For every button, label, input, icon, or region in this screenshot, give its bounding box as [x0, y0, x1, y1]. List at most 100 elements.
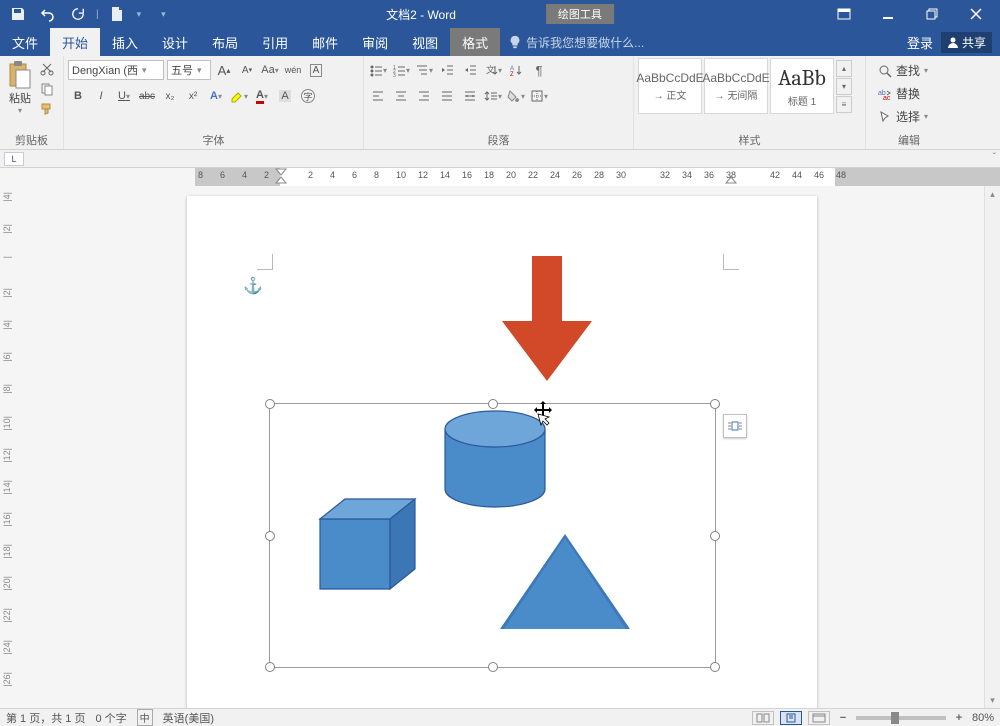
styles-gallery-more[interactable]: ▴ ▾ ≡ [836, 60, 852, 113]
word-count[interactable]: 0 个字 [95, 710, 126, 726]
italic-button[interactable]: I [91, 86, 111, 106]
style-item-nospacing[interactable]: AaBbCcDdE → 无间隔 [704, 58, 768, 114]
gallery-expand-icon[interactable]: ≡ [836, 96, 852, 113]
align-center-icon[interactable] [391, 86, 411, 106]
zoom-out-button[interactable]: − [836, 712, 850, 724]
zoom-level[interactable]: 80% [972, 712, 994, 724]
horizontal-ruler[interactable]: 8642246810121416182022242628303234363842… [195, 168, 1000, 186]
layout-options-icon[interactable] [723, 414, 747, 438]
page-count[interactable]: 第 1 页，共 1 页 [6, 710, 85, 726]
tab-review[interactable]: 审阅 [350, 28, 400, 56]
language-icon[interactable]: 中 [137, 709, 153, 726]
distribute-icon[interactable] [460, 86, 480, 106]
save-icon[interactable] [6, 2, 30, 26]
decrease-indent-icon[interactable] [437, 60, 457, 80]
align-right-icon[interactable] [414, 86, 434, 106]
resize-handle-w[interactable] [265, 531, 275, 541]
ribbon-display-options-icon[interactable] [824, 0, 864, 28]
gallery-down-icon[interactable]: ▾ [836, 78, 852, 95]
vertical-ruler[interactable]: |4||2|||2||4||6||8||10||12||14||16||18||… [0, 186, 20, 708]
share-button[interactable]: 共享 [941, 32, 992, 53]
shape-triangle[interactable] [500, 534, 630, 629]
shape-group-selection[interactable] [269, 403, 716, 668]
line-spacing-icon[interactable]: ▾ [483, 86, 503, 106]
numbering-icon[interactable]: 123▾ [391, 60, 411, 80]
style-item-heading1[interactable]: AaBb 标题 1 [770, 58, 834, 114]
style-item-normal[interactable]: AaBbCcDdE → 正文 [638, 58, 702, 114]
cut-icon[interactable] [38, 60, 56, 78]
restore-icon[interactable] [912, 0, 952, 28]
copy-icon[interactable] [38, 80, 56, 98]
tab-references[interactable]: 引用 [250, 28, 300, 56]
replace-button[interactable]: abac 替换 [874, 83, 932, 104]
close-icon[interactable] [956, 0, 996, 28]
tab-mailings[interactable]: 邮件 [300, 28, 350, 56]
vertical-scrollbar[interactable]: ▴ ▾ [984, 186, 1000, 708]
resize-handle-nw[interactable] [265, 399, 275, 409]
char-shading-icon[interactable]: A [275, 86, 295, 106]
align-left-icon[interactable] [368, 86, 388, 106]
paste-button[interactable]: 粘贴 ▾ [4, 58, 36, 117]
tell-me-search[interactable]: 告诉我您想要做什么... [508, 28, 644, 56]
tab-format[interactable]: 格式 [450, 28, 500, 56]
login-link[interactable]: 登录 [907, 33, 933, 52]
tab-home[interactable]: 开始 [50, 28, 100, 56]
subscript-button[interactable]: x₂ [160, 86, 180, 106]
resize-handle-sw[interactable] [265, 662, 275, 672]
text-effects-icon[interactable]: A▾ [206, 86, 226, 106]
show-marks-icon[interactable]: ¶ [529, 60, 549, 80]
strikethrough-button[interactable]: abc [137, 86, 157, 106]
tab-design[interactable]: 设计 [150, 28, 200, 56]
highlight-icon[interactable]: ▾ [229, 86, 249, 106]
decrease-font-icon[interactable]: A▾ [237, 60, 257, 80]
align-justify-icon[interactable] [437, 86, 457, 106]
bullets-icon[interactable]: ▾ [368, 60, 388, 80]
font-size-combo[interactable]: 五号▾ [167, 60, 211, 80]
collapse-ribbon-icon[interactable]: ˇ [993, 152, 996, 163]
font-name-combo[interactable]: DengXian (西▾ [68, 60, 164, 80]
resize-handle-n[interactable] [488, 399, 498, 409]
tab-selector-icon[interactable]: L [4, 152, 24, 166]
font-color-icon[interactable]: A▾ [252, 86, 272, 106]
resize-handle-ne[interactable] [710, 399, 720, 409]
scroll-up-icon[interactable]: ▴ [985, 186, 1000, 202]
scroll-down-icon[interactable]: ▾ [985, 692, 1000, 708]
multilevel-list-icon[interactable]: ▾ [414, 60, 434, 80]
format-painter-icon[interactable] [38, 100, 56, 118]
sort-icon[interactable]: AZ [506, 60, 526, 80]
underline-button[interactable]: U▾ [114, 86, 134, 106]
zoom-slider[interactable] [856, 716, 946, 720]
text-direction-icon[interactable]: 文▾ [483, 60, 503, 80]
change-case-icon[interactable]: Aa▾ [260, 60, 280, 80]
view-read-icon[interactable] [752, 711, 774, 725]
zoom-in-button[interactable]: + [952, 712, 966, 724]
resize-handle-s[interactable] [488, 662, 498, 672]
canvas[interactable]: ⚓ [20, 186, 984, 708]
shape-cylinder[interactable] [435, 409, 555, 519]
new-doc-icon[interactable] [105, 2, 129, 26]
resize-handle-e[interactable] [710, 531, 720, 541]
zoom-slider-thumb[interactable] [891, 712, 899, 724]
phonetic-guide-icon[interactable]: wén [283, 60, 303, 80]
tab-view[interactable]: 视图 [400, 28, 450, 56]
borders-icon[interactable]: ▾ [529, 86, 549, 106]
resize-handle-se[interactable] [710, 662, 720, 672]
tab-layout[interactable]: 布局 [200, 28, 250, 56]
view-print-icon[interactable] [780, 711, 802, 725]
tab-file[interactable]: 文件 [0, 28, 50, 56]
tab-insert[interactable]: 插入 [100, 28, 150, 56]
undo-icon[interactable] [36, 2, 60, 26]
char-border-icon[interactable]: A [306, 60, 326, 80]
select-button[interactable]: 选择▾ [874, 106, 932, 127]
shading-icon[interactable]: ▾ [506, 86, 526, 106]
redo-icon[interactable] [66, 2, 90, 26]
gallery-up-icon[interactable]: ▴ [836, 60, 852, 77]
increase-font-icon[interactable]: A▴ [214, 60, 234, 80]
shape-down-arrow[interactable] [497, 256, 597, 386]
enclose-char-icon[interactable]: 字 [298, 86, 318, 106]
bold-button[interactable]: B [68, 86, 88, 106]
minimize-icon[interactable] [868, 0, 908, 28]
find-button[interactable]: 查找▾ [874, 60, 932, 81]
superscript-button[interactable]: x² [183, 86, 203, 106]
increase-indent-icon[interactable] [460, 60, 480, 80]
